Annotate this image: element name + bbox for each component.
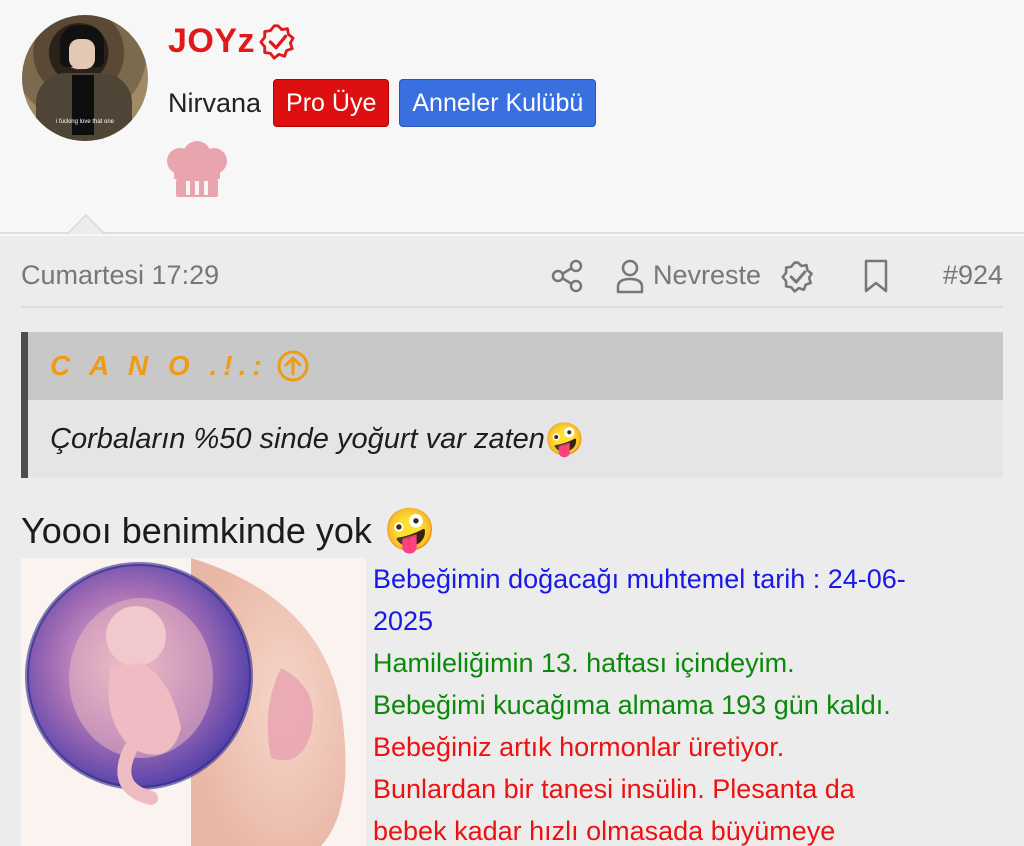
due-date-line: Bebeğimin doğacağı muhtemel tarih : 24-0…: [373, 564, 906, 594]
zany-face-emoji: 🤪: [383, 506, 437, 553]
week-line: Hamileliğimin 13. haftası içindeyim.: [373, 648, 795, 678]
verified-badge-icon: [259, 23, 295, 60]
forum-post-page: i fucking love that one JOYz Nirvana Pro…: [0, 0, 1024, 846]
quote-text: Çorbaların %50 sinde yoğurt var zaten: [50, 422, 545, 455]
info-line-2: Bunlardan bir tanesi insülin. Plesanta d…: [373, 774, 855, 804]
verified-badge-icon: [781, 261, 813, 293]
user-title: Nirvana: [168, 87, 262, 118]
due-date-year: 2025: [373, 606, 434, 636]
zany-face-emoji: 🤪: [544, 421, 585, 457]
reply-text: Yoooı benimkinde yok: [21, 509, 372, 551]
mention-username[interactable]: Nevreste: [653, 260, 761, 291]
post-author-header: i fucking love that one JOYz Nirvana Pro…: [0, 0, 1024, 234]
quote-text-row: Çorbaların %50 sinde yoğurt var zaten 🤪: [28, 400, 1003, 458]
share-icon[interactable]: [549, 258, 585, 294]
avatar[interactable]: i fucking love that one: [22, 15, 148, 141]
post-body: Cumartesi 17:29 Nevreste #924 C A N O .!…: [0, 236, 1024, 846]
club-badge: Anneler Kulübü: [399, 79, 597, 127]
quote-author[interactable]: C A N O .!.:: [50, 350, 268, 382]
info-line-1: Bebeğiniz artık hormonlar üretiyor.: [373, 732, 785, 762]
days-left-line: Bebeğimi kucağıma almama 193 gün kaldı.: [373, 690, 891, 720]
avatar-caption: i fucking love that one: [55, 119, 115, 125]
arrow-up-circle-icon[interactable]: [276, 349, 310, 383]
post-number[interactable]: #924: [943, 260, 1003, 291]
post-date[interactable]: Cumartesi 17:29: [21, 260, 219, 291]
user-icon: [616, 259, 644, 294]
pro-member-badge: Pro Üye: [273, 79, 390, 127]
chef-hat-icon: [167, 141, 227, 197]
quote-header: C A N O .!.:: [28, 332, 1003, 400]
username[interactable]: JOYz: [168, 22, 255, 61]
bookmark-icon[interactable]: [861, 258, 891, 294]
post-meta-bar: Cumartesi 17:29 Nevreste #924: [21, 236, 1003, 308]
pregnancy-ticker: Bebeğimin doğacağı muhtemel tarih : 24-0…: [373, 558, 1013, 846]
fetus-illustration: [21, 558, 366, 846]
info-line-3: bebek kadar hızlı olmasada büyümeye: [373, 816, 836, 846]
quote-block: C A N O .!.: Çorbaların %50 sinde yoğurt…: [21, 332, 1003, 478]
reply-row: Yoooı benimkinde yok 🤪: [21, 506, 436, 555]
